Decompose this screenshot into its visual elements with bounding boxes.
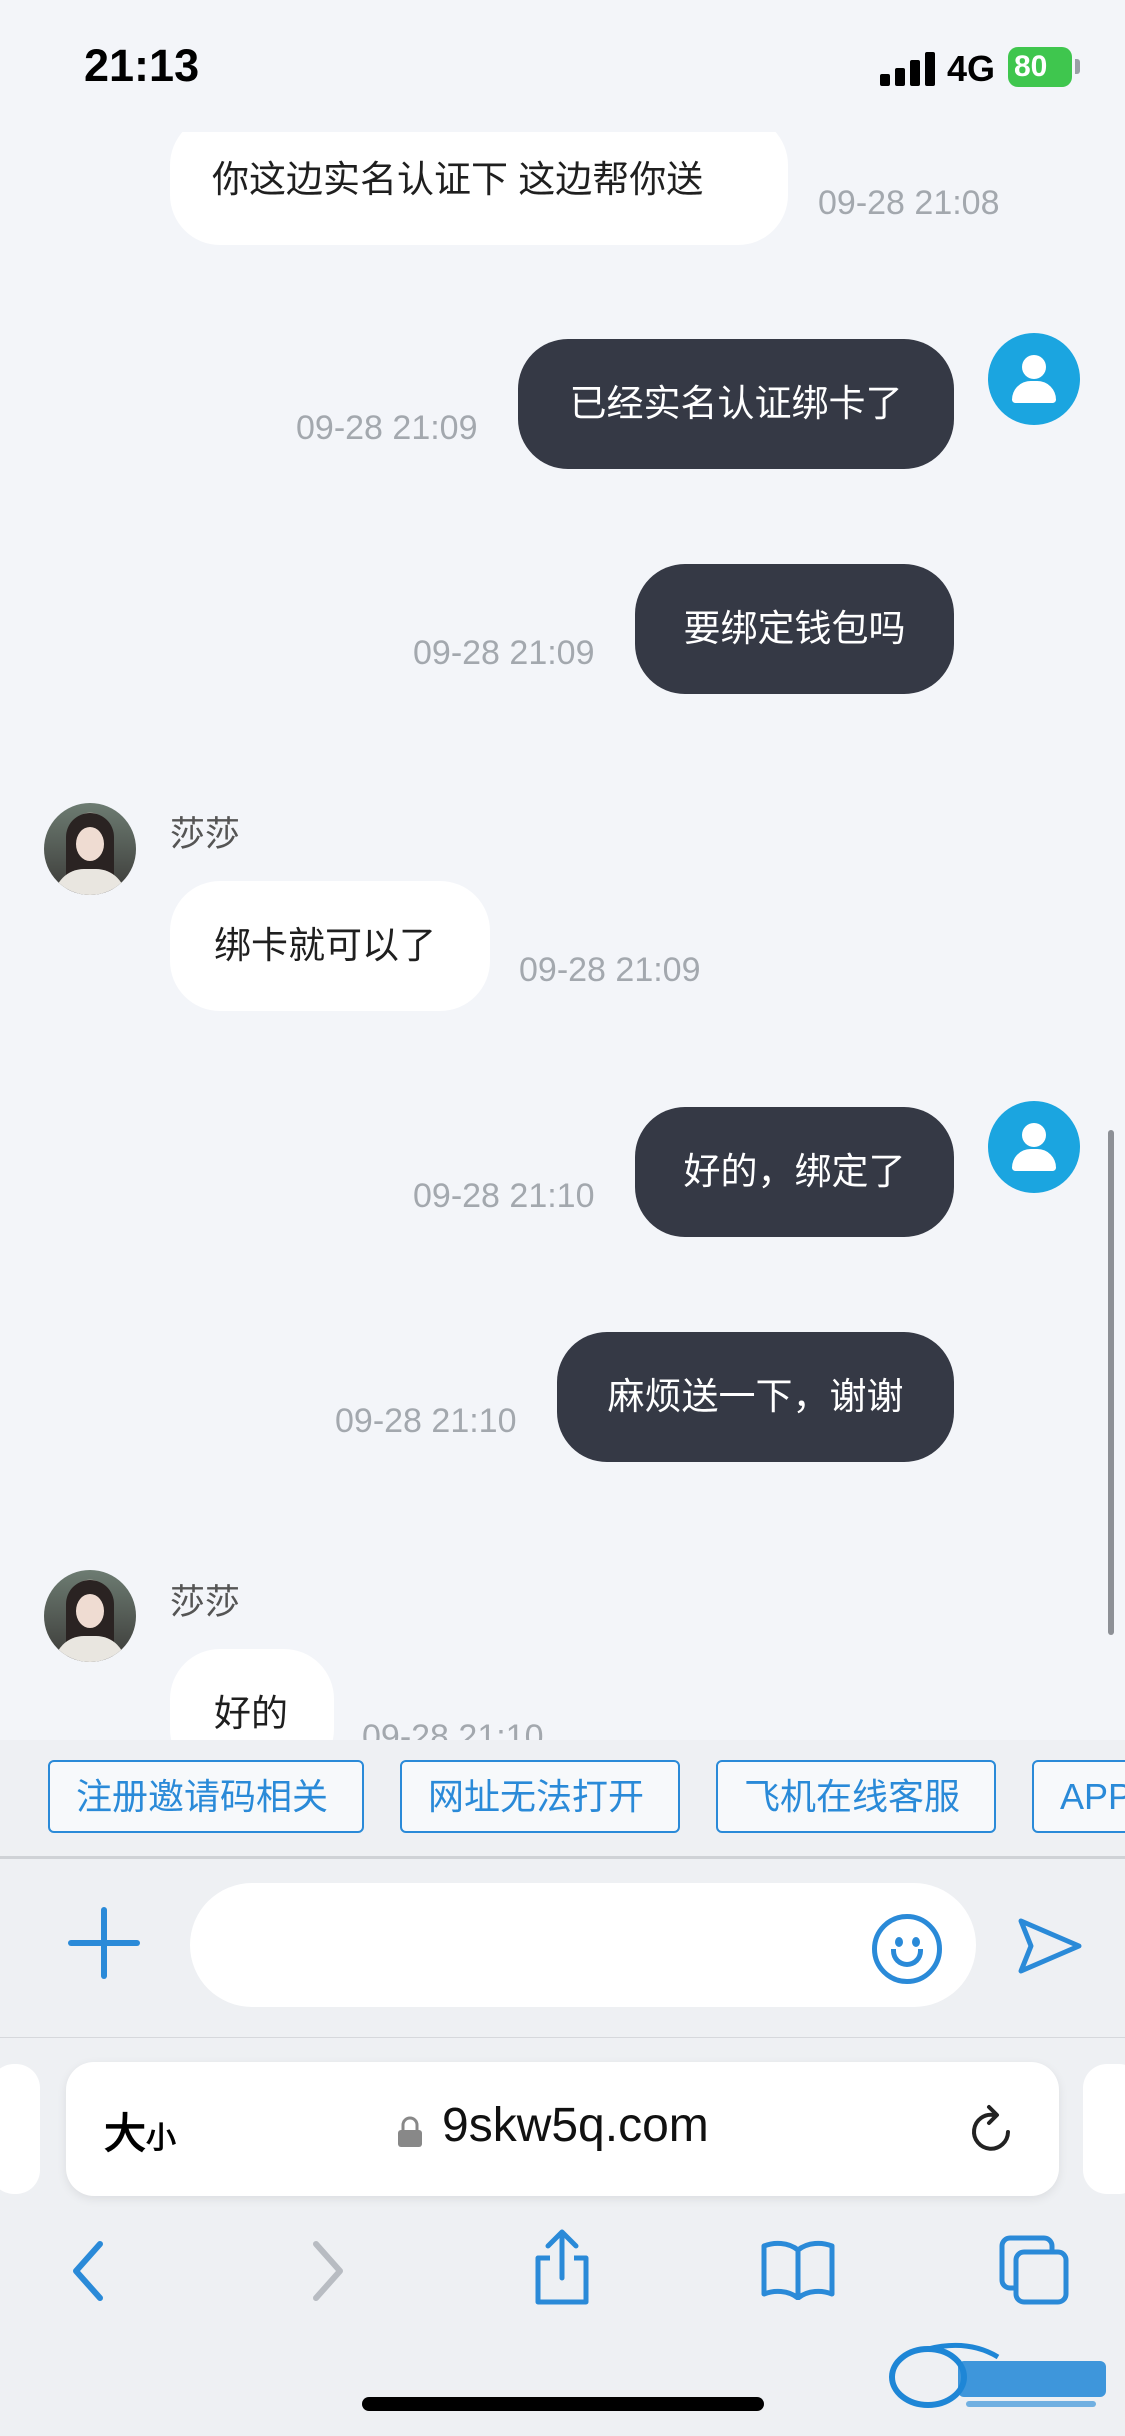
address-bar[interactable]: 大小 9skw5q.com	[66, 2062, 1059, 2196]
outgoing-message-bubble: 好的，绑定了	[635, 1107, 954, 1237]
sender-name: 莎莎	[170, 815, 241, 854]
battery-tip-icon	[1075, 59, 1080, 74]
quick-reply-url-error[interactable]: 网址无法打开	[400, 1760, 680, 1833]
status-time: 21:13	[84, 40, 200, 91]
text-size-small: 小	[146, 2122, 177, 2155]
user-avatar	[988, 333, 1080, 425]
message-timestamp: 09-28 21:09	[296, 409, 478, 447]
forward-icon[interactable]	[306, 2236, 350, 2306]
quick-reply-bar: 注册邀请码相关 网址无法打开 飞机在线客服 APP	[0, 1740, 1125, 1858]
outgoing-message-bubble: 麻烦送一下，谢谢	[557, 1332, 954, 1462]
message-timestamp: 09-28 21:10	[413, 1177, 595, 1215]
home-indicator[interactable]	[362, 2397, 764, 2411]
message-timestamp: 09-28 21:08	[818, 184, 1000, 222]
agent-avatar	[44, 803, 136, 895]
text-size-big: 大	[104, 2110, 147, 2157]
sender-name: 莎莎	[170, 1583, 241, 1622]
battery-level: 80	[1014, 50, 1048, 83]
incoming-message-bubble: 绑卡就可以了	[170, 881, 490, 1011]
next-tab-card[interactable]	[1083, 2064, 1125, 2194]
message-timestamp: 09-28 21:10	[335, 1402, 517, 1440]
text-size-button[interactable]: 大小	[104, 2100, 176, 2161]
bookmarks-icon[interactable]	[760, 2238, 836, 2300]
network-type: 4G	[947, 48, 996, 89]
incoming-message-bubble: 好的	[170, 1649, 334, 1740]
url-text: 9skw5q.com	[442, 2099, 709, 2152]
message-timestamp: 09-28 21:10	[362, 1718, 544, 1740]
quick-reply-app[interactable]: APP	[1032, 1760, 1125, 1833]
send-icon[interactable]	[1015, 1915, 1085, 1977]
incoming-message-bubble: 你这边实名认证下 这边帮你送	[170, 115, 788, 245]
message-timestamp: 09-28 21:09	[519, 951, 701, 989]
previous-tab-card[interactable]	[0, 2064, 40, 2194]
add-attachment-button[interactable]	[68, 1907, 140, 1979]
browser-toolbar: 大小 9skw5q.com	[0, 2037, 1125, 2436]
battery-icon: 80	[1008, 47, 1072, 87]
chat-message-list[interactable]: 你这边实名认证下 这边帮你送 09-28 21:08 已经实名认证绑卡了 09-…	[0, 0, 1125, 1740]
cellular-signal-icon	[880, 52, 936, 86]
chat-scrollbar[interactable]	[1108, 1130, 1114, 1635]
outgoing-message-bubble: 要绑定钱包吗	[635, 564, 954, 694]
user-avatar	[988, 1101, 1080, 1193]
share-icon[interactable]	[530, 2228, 594, 2308]
tabs-icon[interactable]	[998, 2234, 1070, 2306]
message-input[interactable]	[190, 1883, 976, 2007]
reload-icon[interactable]	[964, 2102, 1020, 2158]
back-icon[interactable]	[66, 2236, 110, 2306]
message-input-bar	[0, 1859, 1125, 2037]
watermark-logo	[889, 2342, 1106, 2408]
agent-avatar	[44, 1570, 136, 1662]
message-timestamp: 09-28 21:09	[413, 634, 595, 672]
lock-icon	[398, 2116, 422, 2147]
quick-reply-telegram-support[interactable]: 飞机在线客服	[716, 1760, 996, 1833]
emoji-icon[interactable]	[872, 1914, 942, 1984]
status-bar: 21:13 4G 80	[0, 0, 1125, 132]
outgoing-message-bubble: 已经实名认证绑卡了	[518, 339, 954, 469]
quick-reply-invite-code[interactable]: 注册邀请码相关	[48, 1760, 364, 1833]
